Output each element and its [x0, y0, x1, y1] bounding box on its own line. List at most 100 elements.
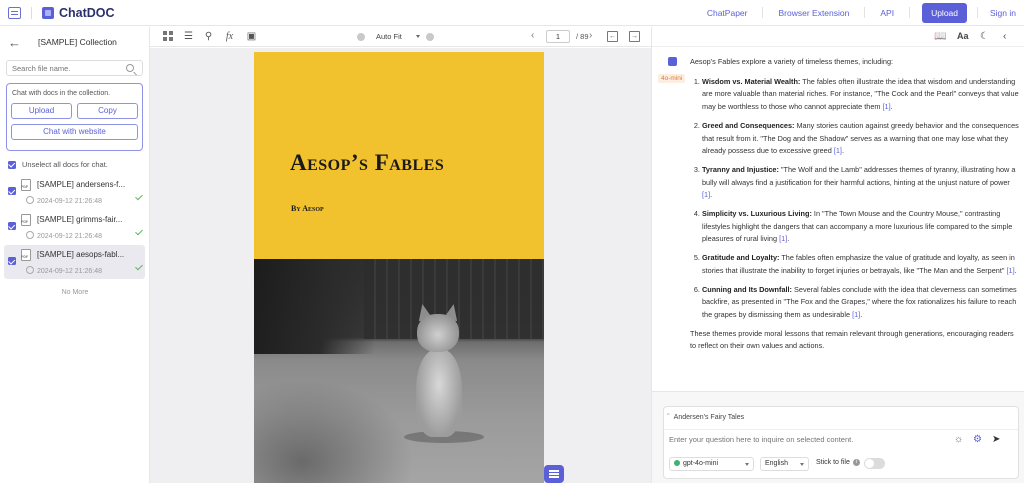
sign-in-link[interactable]: Sign in — [990, 8, 1016, 18]
citation-link[interactable]: [1] — [883, 102, 891, 111]
file-search-input[interactable] — [7, 61, 142, 75]
page-number-input[interactable]: 1 — [546, 30, 570, 43]
collection-title: [SAMPLE] Collection — [38, 37, 117, 47]
outline-list-icon[interactable]: ☰ — [183, 31, 194, 42]
assistant-avatar-icon — [668, 57, 677, 66]
copy-button[interactable]: Copy — [77, 103, 138, 119]
gear-icon[interactable]: ⚙ — [973, 434, 982, 445]
document-list-icon[interactable] — [8, 6, 21, 19]
citation-link[interactable]: [1] — [1007, 266, 1015, 275]
info-icon[interactable]: i — [853, 459, 860, 466]
doc-timestamp: 2024-09-12 21:26:48 — [26, 231, 102, 240]
model-select[interactable]: gpt-4o-mini — [669, 457, 754, 471]
dark-mode-moon-icon[interactable]: ☾ — [980, 31, 989, 42]
question-card: “Andersen's Fairy Tales ☼ ⚙ ➤ gpt-4o-min… — [663, 406, 1019, 479]
list-item: Simplicity vs. Luxurious Living: In "The… — [702, 208, 1020, 246]
question-input[interactable] — [669, 433, 939, 445]
citation-link[interactable]: [1] — [852, 310, 860, 319]
divider — [31, 6, 32, 19]
last-page-icon[interactable]: → — [629, 31, 640, 42]
pdf-file-icon — [21, 249, 31, 261]
nav-link-chatpaper[interactable]: ChatPaper — [692, 8, 763, 18]
citation-link[interactable]: [1] — [779, 234, 787, 243]
lightbulb-icon[interactable]: ☼ — [954, 434, 963, 445]
cover-yellow-band: Aesop’s Fables By Aesop — [254, 52, 544, 259]
next-page-icon[interactable]: › — [589, 30, 592, 41]
doc-checkbox[interactable] — [8, 222, 16, 230]
pdf-page: Aesop’s Fables By Aesop — [254, 52, 544, 483]
citation-link[interactable]: [1] — [834, 146, 842, 155]
quoted-doc-name: Andersen's Fairy Tales — [673, 414, 745, 421]
divider — [909, 7, 911, 18]
stick-to-file-toggle[interactable] — [864, 458, 885, 469]
formula-icon[interactable]: fx — [224, 31, 235, 42]
chat-panel: 📖 Aa ☾ ‹ 4o-mini Aesop’s Fables explore … — [651, 27, 1024, 483]
doc-checkbox[interactable] — [8, 187, 16, 195]
chat-input-area: “Andersen's Fairy Tales ☼ ⚙ ➤ gpt-4o-min… — [652, 391, 1024, 483]
quoted-doc: “Andersen's Fairy Tales — [667, 412, 744, 421]
language-select[interactable]: English — [760, 457, 809, 471]
assistant-message: Aesop’s Fables explore a variety of time… — [690, 56, 1020, 353]
model-tag: 4o-mini — [658, 74, 686, 83]
floating-menu-button[interactable] — [544, 465, 564, 483]
prev-page-icon[interactable]: ‹ — [531, 30, 534, 41]
model-select-value: gpt-4o-mini — [683, 460, 719, 467]
doc-name: [SAMPLE] andersens-f... — [37, 180, 126, 189]
doc-checkbox[interactable] — [8, 257, 16, 265]
list-item: Tyranny and Injustice: "The Wolf and the… — [702, 164, 1020, 202]
thumbnails-icon[interactable] — [163, 31, 174, 42]
message-outro: These themes provide moral lessons that … — [690, 328, 1014, 351]
no-more-label: No More — [61, 289, 89, 296]
zoom-select[interactable]: Auto Fit — [376, 32, 402, 41]
chat-messages[interactable]: 4o-mini Aesop’s Fables explore a variety… — [652, 48, 1024, 391]
check-icon — [135, 262, 143, 271]
chevron-down-icon[interactable] — [416, 35, 420, 38]
doc-name: [SAMPLE] aesops-fabl... — [37, 250, 125, 259]
zoom-in-icon[interactable] — [426, 33, 434, 41]
divider — [664, 429, 1018, 430]
screenshot-icon[interactable]: ▣ — [246, 31, 257, 42]
zoom-out-icon[interactable] — [357, 33, 365, 41]
unselect-all-checkbox[interactable] — [8, 160, 16, 169]
collapse-chevron-icon[interactable]: ‹ — [1003, 31, 1006, 42]
language-select-value: English — [765, 460, 788, 467]
top-bar: ChatDOC ChatPaper Browser Extension API … — [0, 0, 1024, 26]
upload-files-button[interactable]: Upload — [11, 103, 72, 119]
reading-mode-icon[interactable]: 📖 — [934, 31, 946, 42]
doc-timestamp: 2024-09-12 21:26:48 — [26, 266, 102, 275]
stick-to-file-label: Stick to file — [816, 459, 850, 466]
font-size-icon[interactable]: Aa — [957, 31, 969, 41]
list-item: Gratitude and Loyalty: The fables often … — [702, 252, 1020, 277]
nav-link-browser-extension[interactable]: Browser Extension — [763, 8, 864, 18]
first-page-icon[interactable]: ← — [607, 31, 618, 42]
upload-panel-text: Chat with docs in the collection. — [12, 90, 111, 97]
search-icon[interactable]: ⚲ — [203, 31, 214, 42]
doc-item-andersens[interactable]: [SAMPLE] andersens-f... 2024-09-12 21:26… — [4, 175, 145, 209]
send-icon[interactable]: ➤ — [992, 434, 1000, 445]
quote-icon: “ — [667, 412, 670, 421]
pdf-viewer[interactable]: Aesop’s Fables By Aesop — [150, 48, 651, 483]
book-author: By Aesop — [291, 204, 324, 213]
divider — [977, 7, 978, 18]
chat-toolbar: 📖 Aa ☾ ‹ — [652, 27, 1024, 47]
upload-button[interactable]: Upload — [922, 2, 967, 23]
brand-logo[interactable]: ChatDOC — [42, 6, 115, 20]
list-item: Greed and Consequences: Many stories cau… — [702, 120, 1020, 158]
page-total: / 89 — [576, 32, 589, 41]
search-icon[interactable] — [126, 64, 134, 72]
chevron-down-icon — [800, 463, 804, 466]
collection-sidebar: ← [SAMPLE] Collection Chat with docs in … — [0, 27, 150, 483]
nav-link-api[interactable]: API — [865, 8, 909, 18]
chat-with-website-button[interactable]: Chat with website — [11, 124, 138, 140]
check-icon — [135, 192, 143, 201]
list-item: Wisdom vs. Material Wealth: The fables o… — [702, 76, 1020, 114]
doc-item-aesops[interactable]: [SAMPLE] aesops-fabl... 2024-09-12 21:26… — [4, 245, 145, 279]
citation-link[interactable]: [1] — [702, 190, 710, 199]
book-title: Aesop’s Fables — [290, 150, 445, 175]
doc-item-grimms[interactable]: [SAMPLE] grimms-fair... 2024-09-12 21:26… — [4, 210, 145, 244]
check-icon — [135, 227, 143, 236]
unselect-all-row[interactable]: Unselect all docs for chat. — [8, 160, 149, 169]
back-arrow-icon[interactable]: ← — [8, 35, 30, 50]
cat-head — [417, 314, 459, 352]
message-intro: Aesop’s Fables explore a variety of time… — [690, 57, 894, 66]
